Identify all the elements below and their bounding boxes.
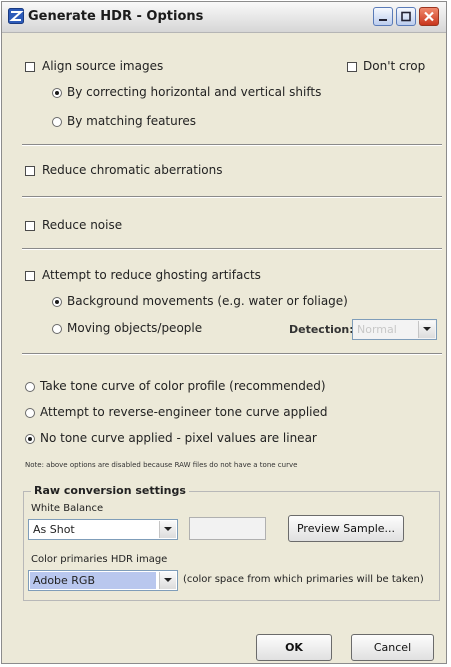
- background-movements-label: Background movements (e.g. water or foli…: [67, 294, 348, 308]
- white-balance-dropdown[interactable]: As Shot: [28, 519, 178, 540]
- chevron-down-icon[interactable]: [159, 572, 176, 589]
- reduce-chromatic-aberrations-checkbox[interactable]: [25, 166, 35, 176]
- white-balance-label: White Balance: [31, 503, 104, 514]
- moving-objects-radio[interactable]: [52, 324, 62, 334]
- tone-curve-reverse-engineer-label: Attempt to reverse-engineer tone curve a…: [40, 405, 328, 419]
- minimize-icon: [379, 19, 387, 21]
- white-balance-value: As Shot: [33, 523, 75, 536]
- minimize-button[interactable]: [373, 7, 393, 26]
- preview-sample-button[interactable]: Preview Sample...: [288, 515, 404, 542]
- detection-dropdown[interactable]: Normal: [352, 319, 437, 340]
- color-primaries-hint: (color space from which primaries will b…: [183, 574, 424, 585]
- align-by-features-radio[interactable]: [52, 117, 62, 127]
- detection-value: Normal: [357, 323, 397, 336]
- color-primaries-value: Adobe RGB: [30, 572, 156, 589]
- maximize-button[interactable]: [396, 7, 416, 26]
- background-movements-radio[interactable]: [52, 297, 62, 307]
- detection-label: Detection:: [289, 323, 354, 336]
- reduce-ghosting-label: Attempt to reduce ghosting artifacts: [42, 268, 261, 282]
- chevron-down-icon[interactable]: [159, 521, 176, 538]
- reduce-noise-checkbox[interactable]: [25, 221, 35, 231]
- separator: [22, 144, 442, 146]
- separator: [22, 196, 442, 198]
- close-button[interactable]: [419, 7, 439, 26]
- cancel-button[interactable]: Cancel: [351, 634, 434, 661]
- separator: [22, 353, 442, 355]
- align-source-images-label: Align source images: [42, 59, 164, 73]
- align-source-images-checkbox[interactable]: [25, 62, 35, 72]
- tone-curve-none-radio[interactable]: [25, 434, 35, 444]
- align-by-features-label: By matching features: [67, 114, 197, 128]
- dont-crop-checkbox[interactable]: [347, 62, 357, 72]
- tone-curve-note: Note: above options are disabled because…: [25, 461, 298, 469]
- tone-curve-color-profile-radio[interactable]: [25, 382, 35, 392]
- ok-button[interactable]: OK: [256, 634, 332, 661]
- reduce-ghosting-checkbox[interactable]: [25, 271, 35, 281]
- maximize-icon: [401, 11, 411, 22]
- align-by-shifts-label: By correcting horizontal and vertical sh…: [67, 85, 322, 99]
- tone-curve-none-label: No tone curve applied - pixel values are…: [40, 431, 317, 445]
- chevron-down-icon[interactable]: [418, 321, 435, 338]
- dont-crop-label: Don't crop: [363, 59, 426, 73]
- app-icon: [8, 8, 24, 24]
- tone-curve-reverse-engineer-radio[interactable]: [25, 408, 35, 418]
- moving-objects-label: Moving objects/people: [67, 321, 203, 335]
- align-by-shifts-radio[interactable]: [52, 88, 62, 98]
- window-title: Generate HDR - Options: [28, 9, 204, 24]
- dialog-window: Generate HDR - Options Align source imag…: [1, 1, 447, 664]
- close-icon: [424, 11, 434, 22]
- title-bar[interactable]: Generate HDR - Options: [2, 2, 446, 33]
- white-balance-value-field[interactable]: [189, 517, 266, 540]
- reduce-chromatic-aberrations-label: Reduce chromatic aberrations: [42, 163, 223, 177]
- color-primaries-label: Color primaries HDR image: [31, 554, 168, 565]
- dialog-content: Align source images Don't crop By correc…: [2, 33, 446, 663]
- separator: [22, 248, 442, 250]
- tone-curve-color-profile-label: Take tone curve of color profile (recomm…: [40, 379, 326, 393]
- raw-conversion-group-title: Raw conversion settings: [31, 484, 189, 497]
- reduce-noise-label: Reduce noise: [42, 218, 123, 232]
- color-primaries-dropdown[interactable]: Adobe RGB: [28, 570, 178, 591]
